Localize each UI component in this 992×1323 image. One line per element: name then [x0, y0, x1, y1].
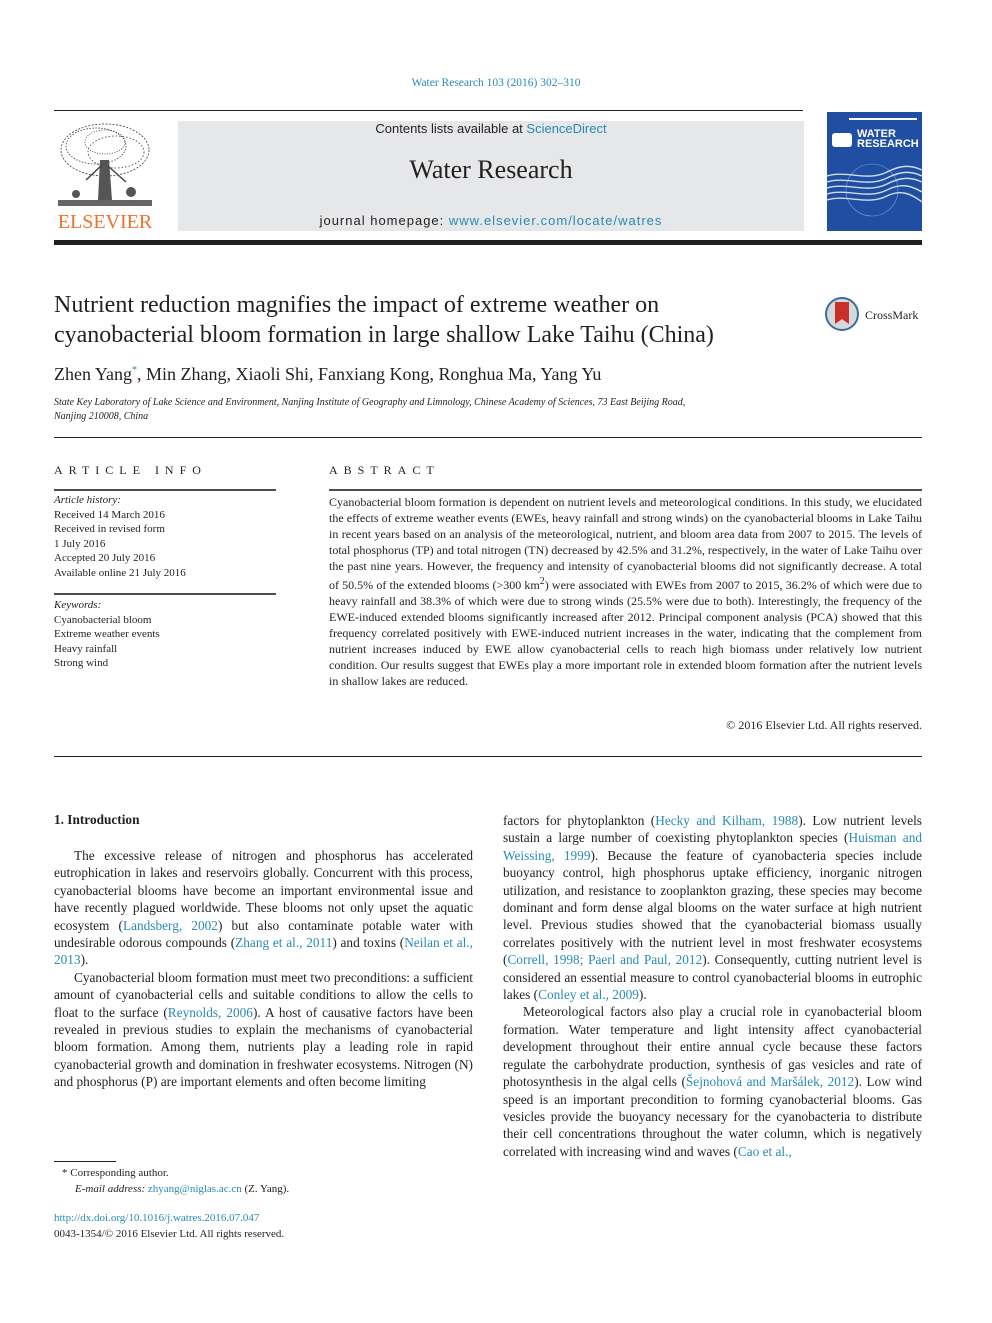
paper-title-line1: Nutrient reduction magnifies the impact …: [54, 292, 660, 318]
author-email-link[interactable]: zhyang@niglas.ac.cn: [148, 1183, 242, 1195]
issn-copyright: 0043-1354/© 2016 Elsevier Ltd. All right…: [54, 1228, 285, 1240]
other-authors: , Min Zhang, Xiaoli Shi, Fanxiang Kong, …: [137, 364, 602, 384]
citation-link[interactable]: Cao et al.,: [738, 1144, 792, 1159]
cover-iwa-badge-icon: [832, 133, 852, 147]
text: ). Because the feature of cyanobac­teria…: [503, 847, 922, 968]
citation-link[interactable]: Hecky and Kilham, 1988: [655, 813, 798, 828]
cover-title-line2: RESEARCH: [857, 138, 919, 150]
sciencedirect-link[interactable]: ScienceDirect: [526, 121, 606, 136]
citation-link[interactable]: Correll, 1998; Paerl and Paul, 2012: [507, 952, 702, 967]
intro-paragraph-1: The excessive release of nitrogen and ph…: [54, 847, 473, 969]
article-history: Article history: Received 14 March 2016 …: [54, 493, 276, 580]
history-item: Received 14 March 2016: [54, 508, 165, 521]
elsevier-logo[interactable]: ELSEVIER: [54, 120, 156, 232]
citation-link[interactable]: Reynolds, 2006: [168, 1005, 253, 1020]
contents-prefix: Contents lists available at: [375, 121, 527, 136]
affiliation-line2: Nanjing 210008, China: [54, 411, 149, 422]
citation-link[interactable]: Conley et al., 2009: [538, 987, 639, 1002]
footnote-rule: [54, 1161, 116, 1162]
article-info-heading: ARTICLE INFO: [54, 463, 207, 477]
text: ).: [638, 987, 647, 1003]
paper-title: Nutrient reduction magnifies the impact …: [54, 290, 814, 350]
citation-link[interactable]: Šejnohová and Maršálek, 2012: [686, 1074, 854, 1089]
keywords: Keywords: Cyanobacterial bloom Extreme w…: [54, 598, 276, 671]
cover-title: WATER RESEARCH: [857, 129, 919, 150]
crossmark-label: CrossMark: [865, 308, 919, 322]
history-item: 1 July 2016: [54, 537, 106, 550]
cover-topbar: [849, 118, 917, 120]
email-footnote: E-mail address: zhyang@niglas.ac.cn (Z. …: [75, 1181, 289, 1197]
affiliation: State Key Laboratory of Lake Science and…: [54, 396, 854, 424]
intro-paragraph-3: Meteorological factors also play a cruci…: [503, 1003, 922, 1160]
doi-line: http://dx.doi.org/10.1016/j.watres.2016.…: [54, 1210, 259, 1226]
abstract-copyright: © 2016 Elsevier Ltd. All rights reserved…: [726, 718, 922, 732]
header-bottom-rule: [54, 240, 922, 245]
author-zhen-yang[interactable]: Zhen Yang: [54, 364, 132, 384]
keyword-item: Heavy rainfall: [54, 642, 118, 655]
text: ) and toxins (: [332, 935, 405, 951]
corresponding-author-note: Corresponding author.: [70, 1167, 169, 1179]
email-label: E-mail address:: [75, 1183, 146, 1195]
keyword-item: Strong wind: [54, 657, 109, 669]
history-item: Available online 21 July 2016: [54, 566, 186, 579]
keywords-label: Keywords:: [54, 599, 102, 611]
left-column: The excessive release of nitrogen and ph…: [54, 847, 473, 1091]
affiliation-divider: [54, 437, 922, 438]
history-item: Received in revised form: [54, 523, 165, 535]
history-item: Accepted 20 July 2016: [54, 552, 156, 564]
abstract-text-part2: ) were associated with EWEs from 2007 to…: [329, 578, 922, 688]
text: ).: [80, 952, 89, 968]
crossmark-button[interactable]: CrossMark: [825, 297, 925, 335]
keywords-rule: [54, 593, 276, 595]
introduction-heading: 1. Introduction: [54, 812, 140, 827]
contents-line: Contents lists available at ScienceDirec…: [178, 121, 804, 136]
abstract-rule: [329, 489, 922, 491]
abstract-body: Cyanobacterial bloom formation is depend…: [329, 494, 922, 689]
article-history-label: Article history:: [54, 494, 121, 506]
text: factors for phytoplankton (: [503, 813, 656, 828]
intro-paragraph-2-continued: factors for phytoplankton (Hecky and Kil…: [503, 812, 922, 1003]
journal-title: Water Research: [409, 155, 573, 184]
homepage-prefix: journal homepage:: [319, 213, 449, 228]
doi-link[interactable]: http://dx.doi.org/10.1016/j.watres.2016.…: [54, 1212, 259, 1224]
header-top-rule: [54, 110, 803, 111]
keyword-item: Extreme weather events: [54, 628, 160, 640]
journal-reference-link[interactable]: Water Research 103 (2016) 302–310: [412, 77, 581, 89]
abstract-heading: ABSTRACT: [329, 463, 440, 477]
paper-title-line2: cyanobacterial bloom formation in large …: [54, 322, 714, 348]
affiliation-line1: State Key Laboratory of Lake Science and…: [54, 397, 686, 408]
citation-link[interactable]: Zhang et al., 2011: [235, 935, 332, 950]
intro-paragraph-2: Cyanobacterial bloom formation must meet…: [54, 969, 473, 1091]
citation-link[interactable]: Landsberg, 2002: [123, 918, 218, 933]
journal-homepage-link[interactable]: www.elsevier.com/locate/watres: [449, 213, 663, 228]
corresponding-author-footnote: * Corresponding author.: [62, 1165, 169, 1181]
keyword-item: Cyanobacterial bloom: [54, 613, 152, 626]
journal-cover-image[interactable]: WATER RESEARCH: [827, 112, 922, 231]
cover-wave-graphic-icon: [827, 163, 922, 217]
email-suffix: (Z. Yang).: [241, 1183, 290, 1195]
abstract-divider: [54, 756, 922, 757]
homepage-line: journal homepage: www.elsevier.com/locat…: [178, 213, 804, 228]
footnote-marker: *: [62, 1167, 68, 1179]
elsevier-wordmark: ELSEVIER: [57, 211, 153, 233]
author-list: Zhen Yang*, Min Zhang, Xiaoli Shi, Fanxi…: [54, 364, 601, 385]
article-info-rule: [54, 489, 276, 491]
journal-reference: Water Research 103 (2016) 302–310: [0, 77, 992, 89]
right-column: factors for phytoplankton (Hecky and Kil…: [503, 812, 922, 1160]
elsevier-tree-icon: [56, 120, 154, 208]
